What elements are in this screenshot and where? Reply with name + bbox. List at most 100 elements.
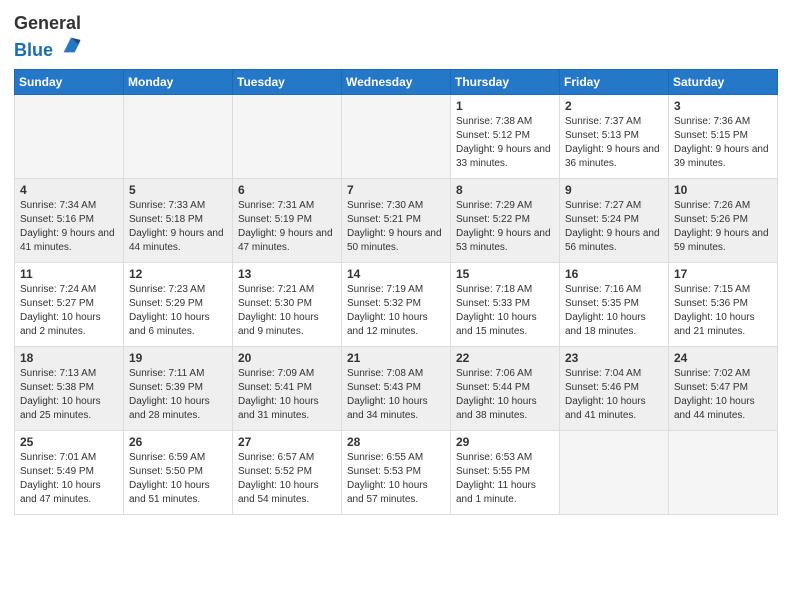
calendar-table: SundayMondayTuesdayWednesdayThursdayFrid… (14, 69, 778, 515)
day-number: 2 (565, 99, 663, 113)
calendar-day: 28 Sunrise: 6:55 AM Sunset: 5:53 PM Dayli… (342, 430, 451, 514)
calendar-day: 18 Sunrise: 7:13 AM Sunset: 5:38 PM Dayli… (15, 346, 124, 430)
day-info: Sunrise: 7:04 AM Sunset: 5:46 PM Dayligh… (565, 367, 663, 423)
day-info: Sunrise: 7:29 AM Sunset: 5:22 PM Dayligh… (456, 199, 554, 255)
day-header-sunday: Sunday (15, 69, 124, 94)
day-number: 22 (456, 351, 554, 365)
day-header-wednesday: Wednesday (342, 69, 451, 94)
day-info: Sunrise: 7:36 AM Sunset: 5:15 PM Dayligh… (674, 115, 772, 171)
calendar-week-1: 1Sunrise: 7:38 AM Sunset: 5:12 PM Daylig… (15, 94, 778, 178)
calendar-day: 6 Sunrise: 7:31 AM Sunset: 5:19 PM Daylig… (233, 178, 342, 262)
calendar-day: 9 Sunrise: 7:27 AM Sunset: 5:24 PM Daylig… (560, 178, 669, 262)
day-info: Sunrise: 6:53 AM Sunset: 5:55 PM Dayligh… (456, 451, 554, 507)
calendar-day: 22 Sunrise: 7:06 AM Sunset: 5:44 PM Dayli… (451, 346, 560, 430)
calendar-day: 23 Sunrise: 7:04 AM Sunset: 5:46 PM Dayli… (560, 346, 669, 430)
calendar-header-row: SundayMondayTuesdayWednesdayThursdayFrid… (15, 69, 778, 94)
day-number: 8 (456, 183, 554, 197)
day-number: 26 (129, 435, 227, 449)
day-number: 1 (456, 99, 554, 113)
calendar-week-3: 11 Sunrise: 7:24 AM Sunset: 5:27 PM Dayli… (15, 262, 778, 346)
day-header-saturday: Saturday (669, 69, 778, 94)
calendar-day: 14 Sunrise: 7:19 AM Sunset: 5:32 PM Dayli… (342, 262, 451, 346)
day-header-tuesday: Tuesday (233, 69, 342, 94)
day-info: Sunrise: 6:59 AM Sunset: 5:50 PM Dayligh… (129, 451, 227, 507)
day-info: Sunrise: 7:21 AM Sunset: 5:30 PM Dayligh… (238, 283, 336, 339)
day-number: 20 (238, 351, 336, 365)
calendar-day: 15Sunrise: 7:18 AM Sunset: 5:33 PM Dayli… (451, 262, 560, 346)
calendar-day: 20Sunrise: 7:09 AM Sunset: 5:41 PM Dayli… (233, 346, 342, 430)
day-number: 11 (20, 267, 118, 281)
day-info: Sunrise: 7:27 AM Sunset: 5:24 PM Dayligh… (565, 199, 663, 255)
day-info: Sunrise: 6:55 AM Sunset: 5:53 PM Dayligh… (347, 451, 445, 507)
page-header: General Blue (14, 10, 778, 61)
calendar-week-4: 18 Sunrise: 7:13 AM Sunset: 5:38 PM Dayli… (15, 346, 778, 430)
day-number: 16 (565, 267, 663, 281)
logo: General Blue (14, 14, 82, 61)
day-info: Sunrise: 7:13 AM Sunset: 5:38 PM Dayligh… (20, 367, 118, 423)
day-number: 23 (565, 351, 663, 365)
calendar-day: 2 Sunrise: 7:37 AM Sunset: 5:13 PM Daylig… (560, 94, 669, 178)
day-number: 12 (129, 267, 227, 281)
day-number: 27 (238, 435, 336, 449)
day-info: Sunrise: 7:24 AM Sunset: 5:27 PM Dayligh… (20, 283, 118, 339)
day-info: Sunrise: 7:34 AM Sunset: 5:16 PM Dayligh… (20, 199, 118, 255)
day-info: Sunrise: 7:01 AM Sunset: 5:49 PM Dayligh… (20, 451, 118, 507)
day-info: Sunrise: 7:23 AM Sunset: 5:29 PM Dayligh… (129, 283, 227, 339)
day-info: Sunrise: 7:02 AM Sunset: 5:47 PM Dayligh… (674, 367, 772, 423)
day-info: Sunrise: 7:15 AM Sunset: 5:36 PM Dayligh… (674, 283, 772, 339)
day-number: 28 (347, 435, 445, 449)
day-number: 6 (238, 183, 336, 197)
day-info: Sunrise: 7:37 AM Sunset: 5:13 PM Dayligh… (565, 115, 663, 171)
day-info: Sunrise: 7:19 AM Sunset: 5:32 PM Dayligh… (347, 283, 445, 339)
day-header-friday: Friday (560, 69, 669, 94)
day-number: 19 (129, 351, 227, 365)
day-info: Sunrise: 7:33 AM Sunset: 5:18 PM Dayligh… (129, 199, 227, 255)
calendar-day: 10Sunrise: 7:26 AM Sunset: 5:26 PM Dayli… (669, 178, 778, 262)
day-number: 21 (347, 351, 445, 365)
calendar-day: 1Sunrise: 7:38 AM Sunset: 5:12 PM Daylig… (451, 94, 560, 178)
day-info: Sunrise: 7:31 AM Sunset: 5:19 PM Dayligh… (238, 199, 336, 255)
calendar-day: 12 Sunrise: 7:23 AM Sunset: 5:29 PM Dayli… (124, 262, 233, 346)
calendar-day: 8 Sunrise: 7:29 AM Sunset: 5:22 PM Daylig… (451, 178, 560, 262)
calendar-day (15, 94, 124, 178)
day-number: 4 (20, 183, 118, 197)
day-number: 18 (20, 351, 118, 365)
calendar-day: 21 Sunrise: 7:08 AM Sunset: 5:43 PM Dayli… (342, 346, 451, 430)
logo-blue-text: Blue (14, 40, 53, 60)
day-number: 25 (20, 435, 118, 449)
calendar-day (669, 430, 778, 514)
day-number: 15 (456, 267, 554, 281)
day-number: 29 (456, 435, 554, 449)
day-info: Sunrise: 7:08 AM Sunset: 5:43 PM Dayligh… (347, 367, 445, 423)
calendar-day: 13 Sunrise: 7:21 AM Sunset: 5:30 PM Dayli… (233, 262, 342, 346)
logo-icon (60, 34, 82, 56)
calendar-day (342, 94, 451, 178)
calendar-day: 25 Sunrise: 7:01 AM Sunset: 5:49 PM Dayli… (15, 430, 124, 514)
day-info: Sunrise: 7:16 AM Sunset: 5:35 PM Dayligh… (565, 283, 663, 339)
day-number: 17 (674, 267, 772, 281)
day-info: Sunrise: 7:06 AM Sunset: 5:44 PM Dayligh… (456, 367, 554, 423)
day-number: 14 (347, 267, 445, 281)
calendar-day: 5 Sunrise: 7:33 AM Sunset: 5:18 PM Daylig… (124, 178, 233, 262)
calendar-day: 7 Sunrise: 7:30 AM Sunset: 5:21 PM Daylig… (342, 178, 451, 262)
day-header-thursday: Thursday (451, 69, 560, 94)
day-number: 7 (347, 183, 445, 197)
calendar-day: 24Sunrise: 7:02 AM Sunset: 5:47 PM Dayli… (669, 346, 778, 430)
calendar-day: 16 Sunrise: 7:16 AM Sunset: 5:35 PM Dayli… (560, 262, 669, 346)
calendar-day: 17 Sunrise: 7:15 AM Sunset: 5:36 PM Dayli… (669, 262, 778, 346)
calendar-day (124, 94, 233, 178)
calendar-day (233, 94, 342, 178)
day-number: 9 (565, 183, 663, 197)
calendar-day: 3Sunrise: 7:36 AM Sunset: 5:15 PM Daylig… (669, 94, 778, 178)
day-number: 5 (129, 183, 227, 197)
day-header-monday: Monday (124, 69, 233, 94)
calendar-day: 29 Sunrise: 6:53 AM Sunset: 5:55 PM Dayli… (451, 430, 560, 514)
day-info: Sunrise: 7:26 AM Sunset: 5:26 PM Dayligh… (674, 199, 772, 255)
day-number: 13 (238, 267, 336, 281)
calendar-day: 19Sunrise: 7:11 AM Sunset: 5:39 PM Dayli… (124, 346, 233, 430)
calendar-day: 11 Sunrise: 7:24 AM Sunset: 5:27 PM Dayli… (15, 262, 124, 346)
calendar-day: 27 Sunrise: 6:57 AM Sunset: 5:52 PM Dayli… (233, 430, 342, 514)
calendar-day (560, 430, 669, 514)
day-info: Sunrise: 7:30 AM Sunset: 5:21 PM Dayligh… (347, 199, 445, 255)
day-info: Sunrise: 6:57 AM Sunset: 5:52 PM Dayligh… (238, 451, 336, 507)
